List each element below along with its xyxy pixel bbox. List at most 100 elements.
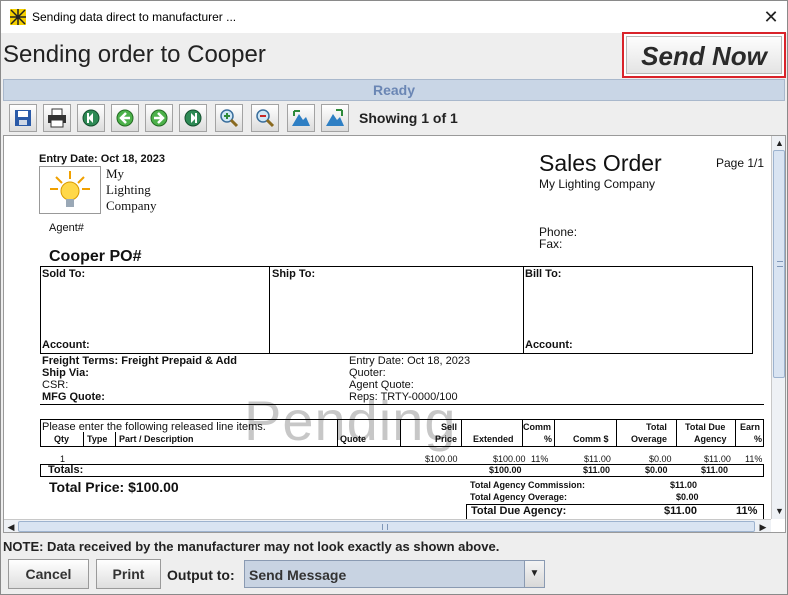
vertical-scroll-thumb[interactable]: [773, 150, 785, 378]
account-left-label: Account:: [42, 339, 90, 351]
document-title: Sales Order: [539, 150, 662, 176]
col-quote: Quote: [340, 434, 366, 444]
send-now-button[interactable]: Send Now: [622, 32, 786, 78]
mfg-quote: MFG Quote:: [42, 391, 105, 403]
address-divider: [269, 266, 270, 354]
col-sell: Sell: [441, 422, 458, 432]
line-sell: $100.00: [425, 454, 458, 464]
save-icon[interactable]: [9, 104, 37, 132]
send-now-label: Send Now: [626, 36, 782, 74]
output-select-value: Send Message: [249, 567, 347, 583]
fit-page-icon[interactable]: [321, 104, 349, 132]
page-title: Sending order to Cooper: [3, 41, 266, 68]
line-comm-dollar: $11.00: [584, 454, 611, 464]
print-icon[interactable]: [43, 104, 71, 132]
col-comm-dollar: Comm $: [573, 434, 609, 444]
disclaimer-note: NOTE: Data received by the manufacturer …: [3, 539, 500, 554]
col-agency: Agency: [694, 434, 727, 444]
total-price: Total Price: $100.00: [49, 479, 179, 495]
account-right-label: Account:: [525, 339, 573, 351]
summary-due-pct: 11%: [736, 505, 758, 517]
grip-icon: [777, 261, 783, 267]
summary-commission: $11.00: [670, 480, 698, 490]
summary-due-label: Total Due Agency:: [471, 505, 567, 517]
entry-date-mid: Entry Date: Oct 18, 2023: [349, 355, 471, 367]
csr: CSR:: [42, 379, 69, 391]
output-select[interactable]: Send Message ▼: [244, 560, 545, 588]
chevron-down-icon[interactable]: ▼: [524, 561, 544, 587]
line-qty: 1: [60, 454, 66, 464]
release-note: Please enter the following released line…: [42, 421, 266, 433]
zoom-out-icon[interactable]: [251, 104, 279, 132]
previous-page-icon[interactable]: [111, 104, 139, 132]
company-name: My Lighting Company: [539, 177, 656, 191]
col-part: Part / Description: [119, 434, 194, 444]
ship-to-label: Ship To:: [272, 268, 316, 280]
fax-label: Fax:: [539, 237, 563, 251]
address-divider: [523, 266, 524, 354]
line-extended: $100.00: [493, 454, 526, 464]
col-total-due: Total Due: [685, 422, 726, 432]
column-divider: [115, 432, 116, 447]
totals-overage: $0.00: [645, 465, 668, 475]
quoter: Quoter:: [349, 367, 386, 379]
ship-via: Ship Via:: [42, 367, 89, 379]
scroll-down-icon[interactable]: ▼: [772, 504, 785, 519]
agent-quote: Agent Quote:: [349, 379, 414, 391]
summary-overage: $0.00: [676, 492, 699, 502]
scroll-right-icon[interactable]: ▶: [756, 520, 770, 532]
sold-to-label: Sold To:: [42, 268, 86, 280]
reps: Reps: TRTY-0000/100: [349, 391, 458, 403]
logo-text-my: My: [106, 166, 125, 181]
column-divider: [676, 419, 677, 447]
first-page-icon[interactable]: [77, 104, 105, 132]
column-divider: [616, 419, 617, 447]
line-due: $11.00: [704, 454, 731, 464]
totals-comm: $11.00: [583, 465, 611, 475]
totals-due: $11.00: [701, 465, 729, 475]
page-count-label: Showing 1 of 1: [359, 110, 458, 126]
lightbulb-icon: [50, 171, 90, 207]
summary-overage-label: Total Agency Overage:: [470, 492, 568, 502]
col-price: Price: [435, 434, 458, 444]
agent-label: Agent#: [49, 222, 84, 234]
col-earn: Earn: [740, 422, 761, 432]
line-earn: 11%: [745, 454, 763, 464]
vertical-scrollbar[interactable]: ▲ ▼: [771, 136, 785, 519]
scroll-left-icon[interactable]: ◀: [4, 520, 18, 532]
po-number: Cooper PO#: [49, 248, 142, 265]
horizontal-scroll-thumb[interactable]: [18, 521, 755, 532]
logo-text-lighting: Lighting: [106, 182, 151, 197]
preview-toolbar: Showing 1 of 1: [3, 102, 785, 134]
column-divider: [337, 419, 338, 447]
last-page-icon[interactable]: [179, 104, 207, 132]
line-overage: $0.00: [649, 454, 672, 464]
fit-width-icon[interactable]: [287, 104, 315, 132]
close-icon[interactable]: ✕: [757, 4, 785, 30]
zoom-in-icon[interactable]: [215, 104, 243, 132]
totals-extended: $100.00: [489, 465, 522, 475]
col-qty: Qty: [54, 434, 70, 444]
logo-text-company: Company: [106, 198, 157, 213]
scroll-up-icon[interactable]: ▲: [772, 136, 785, 151]
next-page-icon[interactable]: [145, 104, 173, 132]
company-logo: [39, 166, 101, 214]
totals-label: Totals:: [48, 464, 84, 476]
summary-commission-label: Total Agency Commission:: [470, 480, 586, 490]
column-divider: [83, 432, 84, 447]
horizontal-scrollbar[interactable]: ◀ ▶: [4, 519, 771, 532]
window-title: Sending data direct to manufacturer ...: [32, 10, 237, 24]
freight-terms: Freight Terms: Freight Prepaid & Add: [42, 355, 237, 367]
address-box: [40, 266, 753, 354]
column-divider: [400, 419, 401, 447]
sales-order-document: Pending Entry Date: Oct 18, 2023 My Ligh…: [4, 136, 771, 520]
output-to-label: Output to:: [167, 567, 235, 583]
grip-icon: [382, 524, 388, 530]
report-preview[interactable]: Pending Entry Date: Oct 18, 2023 My Ligh…: [3, 135, 786, 533]
line-comm-pct: 11%: [531, 454, 549, 464]
cancel-button[interactable]: Cancel: [8, 559, 89, 589]
print-button[interactable]: Print: [96, 559, 161, 589]
entry-date-top: Entry Date: Oct 18, 2023: [39, 153, 165, 165]
col-comm: Comm: [523, 422, 552, 432]
bill-to-label: Bill To:: [525, 268, 562, 280]
